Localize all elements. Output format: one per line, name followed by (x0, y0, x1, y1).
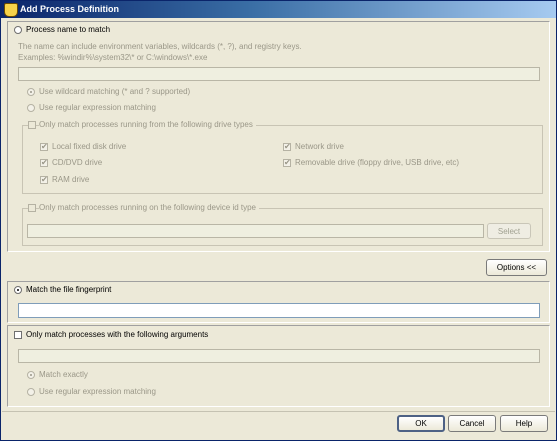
add-process-definition-dialog: Add Process Definition Process name to m… (0, 0, 557, 441)
fingerprint-radio-label: Match the file fingerprint (26, 285, 112, 294)
fingerprint-radio[interactable] (14, 286, 22, 294)
local-fixed-drive-label: Local fixed disk drive (52, 142, 127, 151)
fingerprint-panel: Match the file fingerprint (7, 281, 550, 323)
arguments-panel: Only match processes with the following … (7, 325, 550, 407)
ram-drive-checkbox[interactable]: ✔ (40, 176, 48, 184)
title-bar: Add Process Definition (1, 1, 556, 18)
device-id-checkbox[interactable] (28, 204, 36, 212)
arguments-regex-label: Use regular expression matching (39, 387, 156, 396)
ram-drive-label: RAM drive (52, 175, 90, 184)
wildcard-matching-label: Use wildcard matching (* and ? supported… (39, 87, 191, 96)
help-text-line1: The name can include environment variabl… (18, 42, 302, 51)
footer-divider (2, 411, 555, 412)
arguments-input[interactable] (18, 349, 540, 363)
process-name-panel: Process name to match The name can inclu… (7, 21, 550, 252)
help-text-line2: Examples: %windir%\system32\* or C:\wind… (18, 53, 208, 62)
arguments-checkbox-label: Only match processes with the following … (26, 330, 209, 339)
shield-icon (4, 3, 18, 17)
window-title: Add Process Definition (20, 4, 120, 14)
wildcard-matching-radio[interactable] (27, 88, 35, 96)
process-name-radio-label: Process name to match (26, 25, 111, 34)
device-id-checkbox-label: Only match processes running on the foll… (39, 203, 260, 213)
local-fixed-drive-checkbox[interactable]: ✔ (40, 143, 48, 151)
ok-button[interactable]: OK (397, 415, 445, 432)
removable-drive-label: Removable drive (floppy drive, USB drive… (295, 158, 460, 167)
fingerprint-input[interactable] (18, 303, 540, 318)
drive-types-checkbox-label: Only match processes running from the fo… (39, 120, 256, 130)
device-id-input[interactable] (27, 224, 484, 238)
options-button[interactable]: Options << (486, 259, 547, 276)
select-button[interactable]: Select (487, 223, 531, 239)
regex-matching-label: Use regular expression matching (39, 103, 156, 112)
removable-drive-checkbox[interactable]: ✔ (283, 159, 291, 167)
match-exactly-radio[interactable] (27, 371, 35, 379)
process-name-input[interactable] (18, 67, 540, 81)
network-drive-label: Network drive (295, 142, 344, 151)
match-exactly-label: Match exactly (39, 370, 88, 379)
regex-matching-radio[interactable] (27, 104, 35, 112)
network-drive-checkbox[interactable]: ✔ (283, 143, 291, 151)
arguments-regex-radio[interactable] (27, 388, 35, 396)
cancel-button[interactable]: Cancel (448, 415, 496, 432)
process-name-radio[interactable] (14, 26, 22, 34)
cd-dvd-drive-checkbox[interactable]: ✔ (40, 159, 48, 167)
cd-dvd-drive-label: CD/DVD drive (52, 158, 103, 167)
help-button[interactable]: Help (500, 415, 548, 432)
drive-types-checkbox[interactable] (28, 121, 36, 129)
arguments-checkbox[interactable] (14, 331, 22, 339)
